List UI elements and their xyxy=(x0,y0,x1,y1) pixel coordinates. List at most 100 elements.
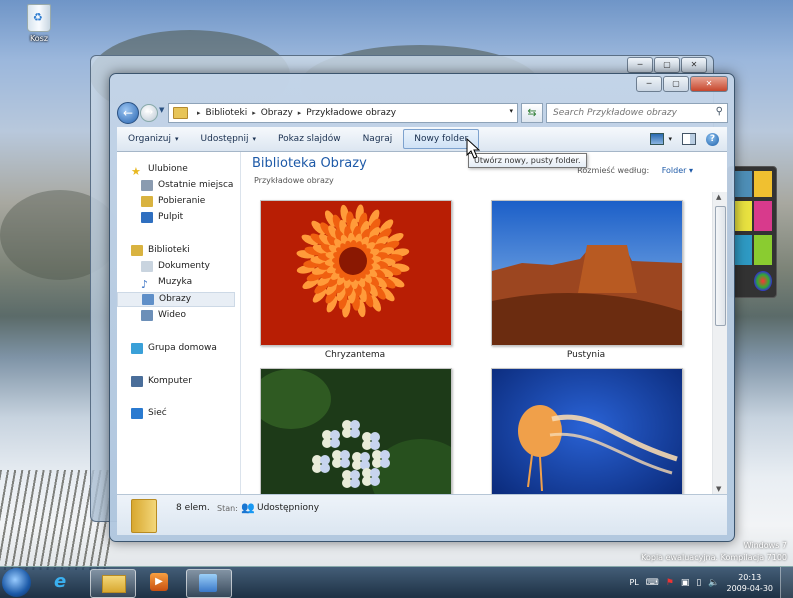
taskbar: e ▶ PL ⌨ ⚑ ▣ ▯ 🔈 20:13 2009-04-30 xyxy=(0,566,793,598)
nav-item-label: Obrazy xyxy=(159,294,192,304)
volume-icon[interactable]: 🔈 xyxy=(708,578,719,588)
address-dropdown-icon[interactable]: ▾ xyxy=(509,107,513,115)
nav-item[interactable]: Komputer xyxy=(131,374,192,389)
breadcrumb-separator-icon[interactable]: ▸ xyxy=(298,109,302,117)
nav-item[interactable]: Biblioteki xyxy=(131,243,190,258)
chrysanthemum-image xyxy=(261,201,451,345)
chevron-down-icon: ▾ xyxy=(252,135,257,143)
share-button[interactable]: Udostępnij ▾ xyxy=(190,129,268,149)
chevron-down-icon: ▾ xyxy=(688,166,693,175)
maximize-icon[interactable]: ▢ xyxy=(654,57,680,73)
preview-pane-icon[interactable] xyxy=(682,133,696,145)
thumbnail-chryzantema[interactable] xyxy=(260,200,452,346)
arrange-by-label: Rozmieść według: xyxy=(577,166,650,175)
slideshow-button[interactable]: Pokaz slajdów xyxy=(267,129,352,149)
taskbar-internet-explorer[interactable]: e xyxy=(42,569,86,596)
nav-item[interactable]: Obrazy xyxy=(117,292,235,307)
folder-icon xyxy=(102,575,126,593)
nav-item-label: Ulubione xyxy=(148,164,188,174)
refresh-button[interactable]: ⇆ xyxy=(521,103,543,123)
nav-item[interactable]: ★ Ulubione xyxy=(131,162,188,178)
watermark-line-2: Kopia ewaluacyjna. Kompilacja 7100 xyxy=(641,553,787,562)
system-tray: PL ⌨ ⚑ ▣ ▯ 🔈 20:13 2009-04-30 xyxy=(629,567,793,598)
thumbnail-jellyfish[interactable] xyxy=(491,368,683,494)
scroll-down-icon[interactable]: ▼ xyxy=(716,485,721,493)
network-icon[interactable]: ▣ xyxy=(681,578,690,588)
share-label: Udostępnij xyxy=(200,134,249,144)
nav-item[interactable]: Wideo xyxy=(141,308,186,323)
search-input[interactable] xyxy=(551,107,705,119)
address-bar[interactable]: ▸ Biblioteki ▸ Obrazy ▸ Przykładowe obra… xyxy=(168,103,518,123)
library-title: Biblioteka Obrazy xyxy=(252,156,367,171)
nav-item[interactable]: Dokumenty xyxy=(141,259,210,274)
keyboard-icon[interactable]: ⌨ xyxy=(646,578,659,588)
back-button[interactable]: ← xyxy=(117,102,139,124)
breadcrumb: ▸ Biblioteki ▸ Obrazy ▸ Przykładowe obra… xyxy=(192,108,396,118)
help-icon[interactable]: ? xyxy=(706,132,719,146)
nav-item-label: Grupa domowa xyxy=(148,343,217,353)
action-center-flag-icon[interactable]: ⚑ xyxy=(666,578,674,588)
power-icon[interactable]: ▯ xyxy=(696,578,701,588)
burn-button[interactable]: Nagraj xyxy=(352,129,404,149)
nav-item[interactable]: Pulpit xyxy=(141,210,183,225)
breadcrumb-biblioteki[interactable]: Biblioteki xyxy=(206,108,248,118)
watermark-line-1: Windows 7 xyxy=(743,541,787,550)
thumbnail-grid: Chryzantema Pustynia xyxy=(241,192,713,494)
arrange-by-dropdown[interactable]: Folder ▾ xyxy=(662,166,693,175)
minimize-icon[interactable]: ─ xyxy=(627,57,653,73)
scroll-up-icon[interactable]: ▲ xyxy=(716,193,721,201)
view-options-chevron-icon[interactable]: ▾ xyxy=(668,135,672,143)
thumbnail-hydrangeas[interactable] xyxy=(251,368,471,494)
network-icon xyxy=(131,408,143,419)
nav-item[interactable]: Sieć xyxy=(131,406,167,421)
burn-label: Nagraj xyxy=(362,134,393,144)
breadcrumb-przykladowe-obrazy[interactable]: Przykładowe obrazy xyxy=(306,108,396,118)
recent-pages-dropdown[interactable]: ▼ xyxy=(159,106,164,114)
breadcrumb-obrazy[interactable]: Obrazy xyxy=(261,108,293,118)
search-icon[interactable]: ⚲ xyxy=(716,106,723,117)
close-icon[interactable]: ✕ xyxy=(681,57,707,73)
command-bar: Organizuj ▾ Udostępnij ▾ Pokaz slajdów Nag… xyxy=(117,127,727,152)
thumbnail-caption: Pustynia xyxy=(566,350,606,360)
nav-item-label: Ostatnie miejsca xyxy=(158,180,234,190)
taskbar-media-player[interactable]: ▶ xyxy=(138,569,182,596)
vertical-scrollbar[interactable]: ▲ ▼ xyxy=(712,192,727,494)
search-box[interactable]: ⚲ xyxy=(546,103,728,123)
language-indicator[interactable]: PL xyxy=(629,578,638,587)
nav-item[interactable]: Pobieranie xyxy=(141,194,205,209)
organize-button[interactable]: Organizuj ▾ xyxy=(117,129,190,149)
arrange-by: Rozmieść według: Folder ▾ xyxy=(577,166,693,175)
clock-time: 20:13 xyxy=(738,572,762,582)
explorer-window[interactable]: ─ ▢ ✕ ← → ▼ ▸ Biblioteki ▸ Obrazy ▸ Przy… xyxy=(109,73,735,542)
forward-button[interactable]: → xyxy=(140,104,158,122)
start-button[interactable] xyxy=(2,568,31,597)
breadcrumb-separator-icon[interactable]: ▸ xyxy=(197,109,201,117)
scrollbar-thumb[interactable] xyxy=(715,206,726,326)
clock-date: 2009-04-30 xyxy=(726,583,774,593)
nav-item[interactable]: Ostatnie miejsca xyxy=(141,178,233,193)
gadget-tile xyxy=(732,201,752,231)
documents-icon xyxy=(141,261,153,272)
gadget-tile xyxy=(732,171,752,197)
close-button[interactable]: ✕ xyxy=(690,76,728,92)
thumbnail-pustynia[interactable] xyxy=(491,200,683,346)
breadcrumb-separator-icon[interactable]: ▸ xyxy=(252,109,256,117)
arrange-by-value: Folder xyxy=(661,166,687,175)
slideshow-label: Pokaz slajdów xyxy=(278,134,341,144)
nav-item[interactable]: Grupa domowa xyxy=(131,341,217,356)
clock[interactable]: 20:13 2009-04-30 xyxy=(727,572,774,594)
maximize-button[interactable]: ▢ xyxy=(663,76,689,92)
taskbar-control-panel[interactable] xyxy=(186,569,232,598)
navigation-pane: ★ Ulubione Ostatnie miejsca Pobieranie Pulpi… xyxy=(117,152,241,494)
nav-item-label: Pobieranie xyxy=(158,196,206,206)
video-icon xyxy=(141,310,153,321)
minimize-button[interactable]: ─ xyxy=(636,76,662,92)
taskbar-explorer[interactable] xyxy=(90,569,136,598)
libraries-icon xyxy=(131,245,143,256)
recycle-bin[interactable]: Kosz xyxy=(22,4,56,43)
nav-item[interactable]: ♪ Muzyka xyxy=(141,275,192,291)
change-view-icon[interactable] xyxy=(650,133,665,145)
homegroup-icon xyxy=(131,343,143,354)
show-desktop-button[interactable] xyxy=(780,567,793,598)
item-count: 8 elem. xyxy=(176,503,210,513)
